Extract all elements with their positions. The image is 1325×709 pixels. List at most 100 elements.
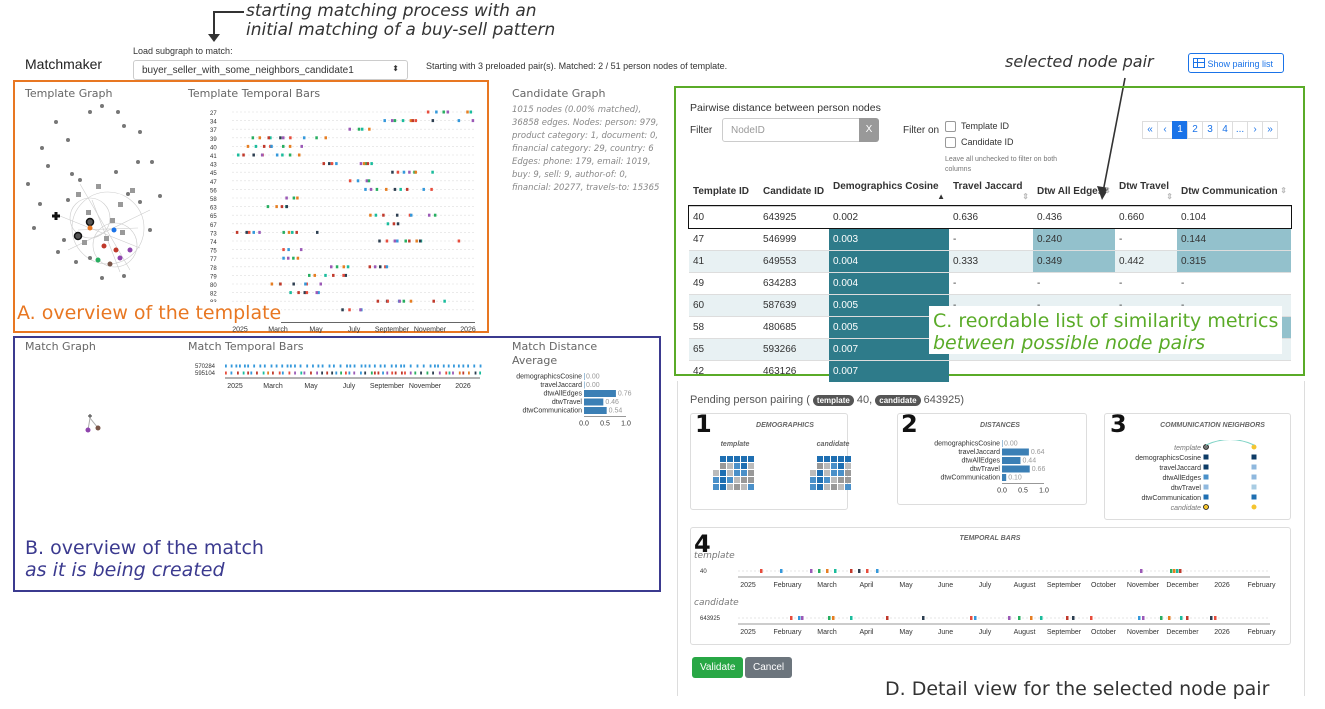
- column-header[interactable]: Dtw All Edges ⇕: [1033, 177, 1115, 207]
- template-event-mark: [341, 308, 344, 312]
- page-link[interactable]: 1: [1172, 121, 1188, 139]
- template-event-mark: [408, 170, 411, 174]
- cancel-button[interactable]: Cancel: [745, 657, 793, 678]
- page-link[interactable]: ...: [1232, 121, 1248, 139]
- pairwise-title: Pairwise distance between person nodes: [690, 102, 881, 114]
- template-row-label: 82: [210, 292, 217, 298]
- column-header-label: Template ID: [693, 185, 749, 197]
- match-distance-metric-label: demographicsCosine: [516, 374, 582, 381]
- column-header[interactable]: Travel Jaccard ⇕: [949, 177, 1033, 207]
- match-event-mark: [383, 364, 386, 368]
- template-event-mark: [378, 239, 381, 243]
- table-row[interactable]: 47 546999 0.003-0.240-0.144: [689, 227, 1291, 250]
- match-axis-tick: 2026: [455, 383, 471, 390]
- subgraph-select[interactable]: buyer_seller_with_some_neighbors_candida…: [133, 60, 408, 80]
- candidate-detail-event-mark: [1214, 616, 1217, 620]
- page-link[interactable]: »: [1262, 121, 1278, 139]
- demographic-cell: [838, 477, 844, 483]
- template-detail-event-mark: [760, 569, 763, 573]
- candidate-detail-event-mark: [970, 616, 973, 620]
- match-event-mark: [349, 364, 352, 368]
- template-detail-axis-tick: March: [817, 582, 837, 589]
- candidate-detail-axis-tick: May: [899, 629, 913, 636]
- template-event-mark: [246, 144, 250, 148]
- card1-number: 1: [695, 410, 712, 438]
- candidate-detail-event-mark: [790, 616, 793, 620]
- match-distance-metric-label: travelJaccard: [540, 382, 582, 389]
- demographic-cell: [845, 463, 851, 469]
- template-row-label: 63: [210, 206, 217, 212]
- match-event-mark: [316, 371, 318, 375]
- table-row[interactable]: 49 634283 0.004- - - -: [689, 271, 1291, 294]
- template-event-mark: [402, 170, 406, 174]
- page-link[interactable]: «: [1142, 121, 1158, 139]
- template-event-mark: [289, 136, 292, 140]
- template-event-mark: [359, 308, 362, 312]
- candidate-detail-event-mark: [922, 616, 925, 620]
- template-event-mark: [267, 136, 270, 140]
- pair-distance-bar-value: 0.10: [1008, 475, 1022, 482]
- page-link[interactable]: 3: [1202, 121, 1218, 139]
- column-header[interactable]: Demographics Cosine ▲: [829, 177, 949, 207]
- match-event-mark: [447, 364, 450, 368]
- match-event-mark: [467, 364, 470, 368]
- match-distance-bar-value: 0.76: [618, 391, 632, 398]
- match-distance-bar: [584, 390, 616, 397]
- template-detail-event-mark: [810, 569, 813, 573]
- table-row[interactable]: 42 463126 0.007: [689, 359, 1291, 382]
- show-pairing-button[interactable]: Show pairing list: [1188, 53, 1284, 73]
- validate-button[interactable]: Validate: [692, 657, 744, 678]
- demographic-cell: [727, 463, 733, 469]
- table-row[interactable]: 41 649553 0.004 0.333 0.349 0.442 0.315: [689, 249, 1291, 272]
- template-event-mark: [324, 136, 328, 140]
- candidate-detail-event-mark: [1030, 616, 1033, 620]
- template-event-mark: [282, 230, 285, 234]
- template-id-checkbox[interactable]: [945, 121, 956, 132]
- template-detail-event-mark: [1170, 569, 1173, 573]
- candidate-detail-event-mark: [1168, 616, 1171, 620]
- candidate-id-checkbox[interactable]: [945, 137, 956, 148]
- pair-distance-bar: [1002, 448, 1029, 456]
- pending-template-id: 40,: [856, 394, 873, 406]
- match-event-mark: [404, 371, 406, 375]
- filter-on-label: Filter on: [903, 125, 940, 136]
- demographic-cell: [845, 470, 851, 476]
- demographic-cell: [810, 470, 816, 476]
- template-event-mark: [430, 187, 433, 191]
- match-event-mark: [479, 371, 482, 375]
- template-row-label: 41: [210, 154, 217, 160]
- demographic-cell: [720, 463, 726, 469]
- template-event-mark: [415, 239, 418, 243]
- template-row-label: 78: [210, 266, 217, 272]
- template-event-mark: [275, 205, 278, 209]
- clear-filter-button[interactable]: X: [859, 118, 879, 142]
- table-cell: 0.002: [829, 205, 949, 228]
- page-link[interactable]: ›: [1247, 121, 1263, 139]
- page-link[interactable]: 4: [1217, 121, 1233, 139]
- candidate-detail-event-mark: [1142, 616, 1145, 620]
- column-header[interactable]: Dtw Communication ⇕: [1177, 177, 1291, 207]
- template-graph[interactable]: [20, 100, 180, 300]
- match-event-mark: [321, 364, 324, 368]
- column-header[interactable]: Dtw Travel ⇕: [1115, 177, 1177, 207]
- template-event-mark: [370, 162, 373, 166]
- column-header[interactable]: Template ID: [689, 177, 759, 207]
- template-annotation: A. overview of the template: [17, 302, 282, 324]
- candidate-detail-axis-tick: February: [773, 629, 802, 636]
- candidate-detail-event-mark: [1040, 616, 1043, 620]
- match-event-mark: [259, 364, 262, 368]
- template-event-mark: [446, 110, 450, 114]
- template-detail-axis-tick: February: [1247, 582, 1276, 589]
- column-header[interactable]: Candidate ID: [759, 177, 829, 207]
- match-event-mark: [453, 364, 455, 368]
- filter-input[interactable]: NodeID: [722, 118, 860, 142]
- template-event-mark: [282, 136, 285, 140]
- template-detail-axis-tick: October: [1091, 582, 1117, 589]
- match-graph[interactable]: [80, 412, 110, 438]
- table-row[interactable]: 40 643925 0.002 0.636 0.436 0.660 0.104: [688, 205, 1292, 229]
- demographic-cell: [734, 463, 740, 469]
- page-link[interactable]: 2: [1187, 121, 1203, 139]
- page-link[interactable]: ‹: [1157, 121, 1173, 139]
- match-event-mark: [364, 364, 367, 368]
- candidate-detail-event-mark: [832, 616, 835, 620]
